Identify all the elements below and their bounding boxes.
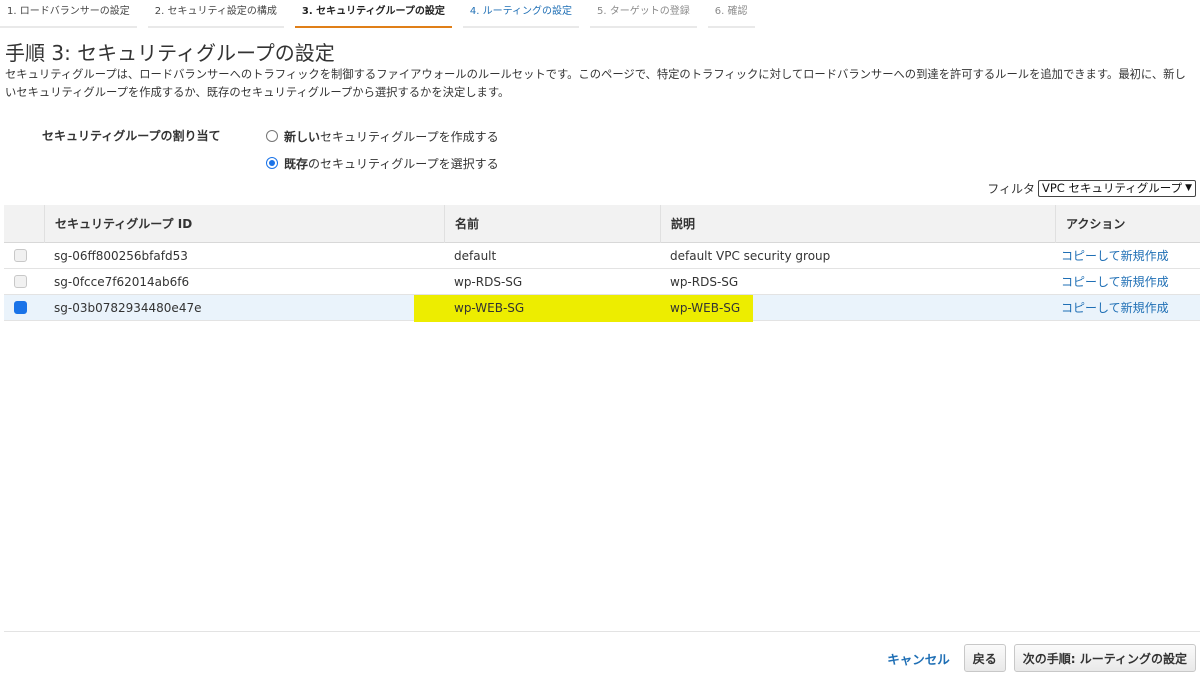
table-row[interactable]: sg-0fcce7f62014ab6f6 wp-RDS-SG wp-RDS-SG… (4, 269, 1200, 295)
row-select[interactable] (4, 269, 44, 295)
checkbox-icon[interactable] (14, 274, 27, 288)
table-row[interactable]: sg-06ff800256bfafd53 default default VPC… (4, 243, 1200, 269)
back-button[interactable]: 戻る (963, 644, 1006, 672)
radio-label: のセキュリティグループを選択する (308, 156, 499, 171)
header-description[interactable]: 説明 (660, 204, 1055, 243)
header-security-group-id[interactable]: セキュリティグループ ID (44, 204, 444, 243)
cell-security-group-id: sg-0fcce7f62014ab6f6 (54, 274, 190, 289)
checkbox-checked-icon[interactable] (14, 300, 27, 314)
table-row-selected[interactable]: sg-03b0782934480e47e wp-WEB-SG wp-WEB-SG… (4, 294, 1200, 322)
cell-description-text: wp-WEB-SG (670, 300, 741, 315)
radio-select-existing-security-group[interactable]: 既存 のセキュリティグループを選択する (266, 154, 499, 172)
step-3-security-groups[interactable]: 3. セキュリティグループの設定 (294, 0, 452, 28)
table-header: セキュリティグループ ID 名前 説明 アクション (4, 204, 1200, 243)
cell-description: default VPC security group (670, 248, 831, 263)
filter-selected-value: VPC セキュリティグループ (1041, 181, 1183, 195)
highlight-marker (414, 294, 660, 322)
page: 1. ロードバランサーの設定 2. セキュリティ設定の構成 3. セキュリティグ… (0, 0, 1200, 678)
cell-security-group-id: sg-06ff800256bfafd53 (54, 248, 188, 263)
cell-description-highlighted: wp-WEB-SG (660, 294, 1055, 322)
cell-name: default (454, 248, 497, 263)
page-title: 手順 3: セキュリティグループの設定 (5, 41, 335, 65)
assignment-label: セキュリティグループの割り当て (42, 129, 221, 143)
cancel-link[interactable]: キャンセル (887, 649, 950, 668)
step-2-security-settings[interactable]: 2. セキュリティ設定の構成 (147, 0, 284, 28)
cell-security-group-id: sg-03b0782934480e47e (54, 300, 202, 315)
footer-actions: キャンセル 戻る 次の手順: ルーティングの設定 (887, 643, 1196, 673)
security-group-table: セキュリティグループ ID 名前 説明 アクション sg-06ff800256b… (4, 204, 1200, 322)
cell-name-text: wp-WEB-SG (454, 300, 525, 315)
radio-create-new-security-group[interactable]: 新しい セキュリティグループを作成する (266, 127, 499, 145)
row-select[interactable] (4, 295, 44, 321)
step-5-register-targets[interactable]: 5. ターゲットの登録 (590, 0, 697, 28)
radio-checked-icon[interactable] (266, 157, 278, 169)
wizard-steps: 1. ロードバランサーの設定 2. セキュリティ設定の構成 3. セキュリティグ… (0, 0, 766, 30)
header-name[interactable]: 名前 (444, 204, 660, 243)
radio-unchecked-icon[interactable] (266, 130, 278, 142)
footer-divider (4, 631, 1200, 632)
cell-description: wp-RDS-SG (670, 274, 739, 289)
filter: フィルタ VPC セキュリティグループ ▼ (987, 179, 1196, 197)
step-4-routing[interactable]: 4. ルーティングの設定 (462, 0, 580, 28)
copy-to-new-link[interactable]: コピーして新規作成 (1055, 295, 1200, 321)
radio-label-bold: 既存 (284, 156, 309, 171)
step-1-load-balancer-config[interactable]: 1. ロードバランサーの設定 (0, 0, 137, 28)
copy-to-new-link[interactable]: コピーして新規作成 (1055, 243, 1200, 269)
cell-name-highlighted: wp-WEB-SG (414, 294, 660, 322)
radio-label-bold: 新しい (284, 129, 321, 144)
filter-select[interactable]: VPC セキュリティグループ ▼ (1037, 179, 1196, 197)
filter-label: フィルタ (987, 181, 1035, 196)
header-actions: アクション (1055, 204, 1200, 243)
step-6-review[interactable]: 6. 確認 (707, 0, 755, 28)
checkbox-icon[interactable] (14, 248, 27, 262)
radio-label: セキュリティグループを作成する (320, 129, 499, 144)
next-step-routing-button[interactable]: 次の手順: ルーティングの設定 (1013, 644, 1196, 672)
row-select[interactable] (4, 243, 44, 269)
chevron-down-icon: ▼ (1185, 183, 1192, 193)
page-description: セキュリティグループは、ロードバランサーへのトラフィックを制御するファイアウォー… (5, 68, 1186, 99)
header-select-column (4, 205, 44, 243)
copy-to-new-link[interactable]: コピーして新規作成 (1055, 269, 1200, 295)
cell-name: wp-RDS-SG (454, 274, 523, 289)
